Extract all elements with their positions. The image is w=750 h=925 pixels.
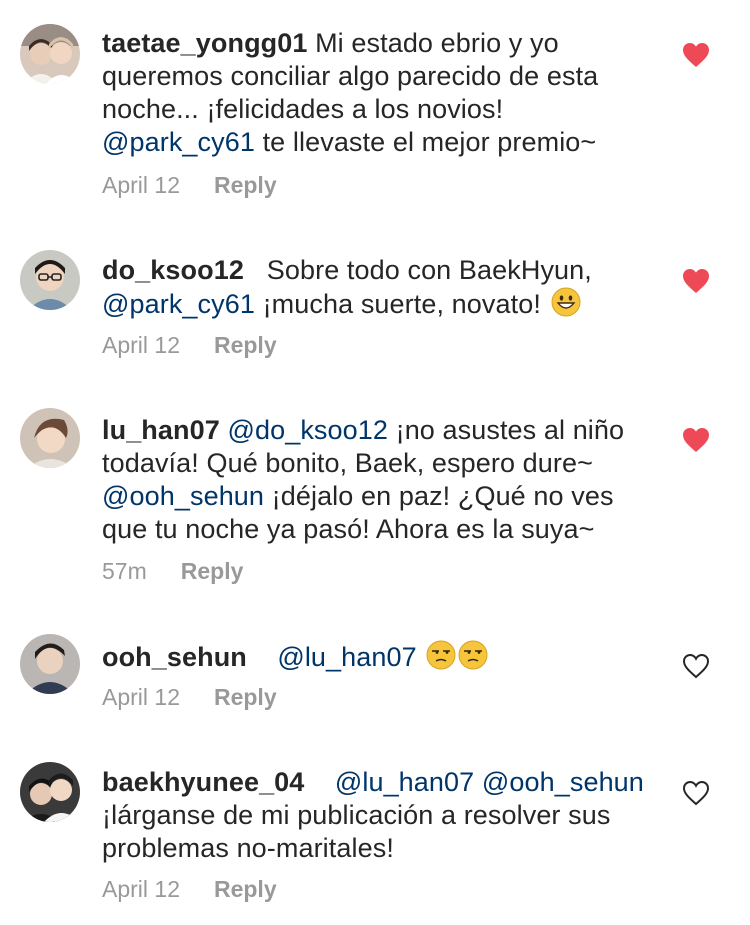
comment-text: do_ksoo12 Sobre todo con BaekHyun, @park… [102, 254, 662, 325]
comment-content: @lu_han07 [255, 640, 489, 672]
comment-username[interactable]: do_ksoo12 [102, 255, 244, 285]
avatar[interactable] [20, 408, 80, 468]
heart-filled-icon[interactable] [682, 268, 710, 294]
comment-text-segment: ¡mucha suerte, novato! [254, 289, 549, 319]
reply-button[interactable]: Reply [181, 558, 244, 585]
comment-text: ooh_sehun @lu_han07 [102, 640, 662, 678]
grinning-face-emoji [551, 287, 581, 325]
comment-text-segment [255, 642, 278, 672]
comment-text: lu_han07 @do_ksoo12 ¡no asustes al niño … [102, 414, 662, 546]
comment-meta: April 12 Reply [102, 172, 277, 199]
heart-filled-icon[interactable] [682, 42, 710, 68]
heart-outline-icon[interactable] [682, 780, 710, 806]
mention-link[interactable]: @lu_han07 [335, 767, 474, 797]
mention-link[interactable]: @ooh_sehun [102, 481, 264, 511]
comment-text-segment: te llevaste el mejor premio~ [254, 127, 597, 157]
reply-button[interactable]: Reply [214, 876, 277, 903]
comments-list: taetae_yongg01 Mi estado ebrio y yo quer… [0, 0, 750, 925]
avatar[interactable] [20, 250, 80, 310]
comment-time: April 12 [102, 684, 180, 710]
comment-username[interactable]: baekhyunee_04 [102, 767, 304, 797]
comment-time: 57m [102, 558, 147, 584]
comment-text-segment [417, 642, 425, 672]
unamused-face-emoji [458, 640, 488, 678]
comment-meta: 57m Reply [102, 558, 243, 585]
comment-time: April 12 [102, 172, 180, 198]
comment-username[interactable]: taetae_yongg01 [102, 28, 307, 58]
heart-filled-icon[interactable] [682, 427, 710, 453]
comment-text: baekhyunee_04 @lu_han07 @ooh_sehun ¡lárg… [102, 766, 662, 865]
comment-meta: April 12 Reply [102, 684, 277, 711]
mention-link[interactable]: @park_cy61 [102, 289, 255, 319]
comment-text-segment: Sobre todo con BaekHyun, [251, 255, 600, 285]
comment-time: April 12 [102, 332, 180, 358]
unamused-face-emoji [426, 640, 456, 678]
comment-text: taetae_yongg01 Mi estado ebrio y yo quer… [102, 27, 662, 159]
avatar[interactable] [20, 762, 80, 822]
comment-text-segment [312, 767, 335, 797]
comment-text-segment [474, 767, 482, 797]
comment-time: April 12 [102, 876, 180, 902]
avatar[interactable] [20, 24, 80, 84]
mention-link[interactable]: @ooh_sehun [482, 767, 644, 797]
avatar[interactable] [20, 634, 80, 694]
reply-button[interactable]: Reply [214, 684, 277, 711]
mention-link[interactable]: @park_cy61 [102, 127, 255, 157]
reply-button[interactable]: Reply [214, 332, 277, 359]
mention-link[interactable]: @do_ksoo12 [227, 415, 388, 445]
comment-meta: April 12 Reply [102, 332, 277, 359]
comment-username[interactable]: lu_han07 [102, 415, 220, 445]
comment-meta: April 12 Reply [102, 876, 277, 903]
heart-outline-icon[interactable] [682, 653, 710, 679]
comment-username[interactable]: ooh_sehun [102, 642, 247, 672]
reply-button[interactable]: Reply [214, 172, 277, 199]
mention-link[interactable]: @lu_han07 [277, 642, 416, 672]
